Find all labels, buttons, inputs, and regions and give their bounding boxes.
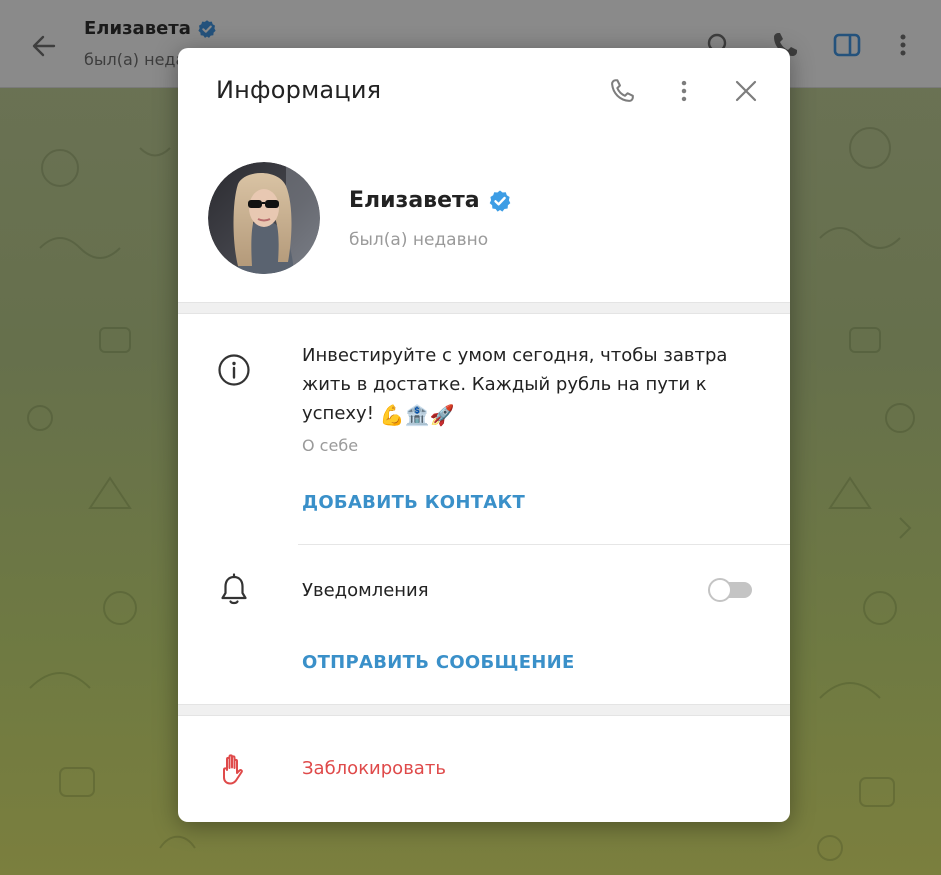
section-divider [178,302,790,314]
bell-icon-wrap [216,572,252,608]
chat-header-name[interactable]: Елизавета [84,18,217,39]
telegram-window: Елизавета был(а) недавно Информация Елиз… [0,0,941,875]
sidebar-toggle-icon[interactable] [832,30,862,60]
verified-badge-icon [489,190,510,212]
more-vertical-icon [681,80,687,102]
toggle-knob [708,578,732,602]
profile-name: Елизавета [349,188,512,213]
close-icon [735,80,757,102]
bio-text[interactable]: Инвестируйте с умом сегодня, чтобы завтр… [302,341,752,430]
info-icon-wrap [216,352,252,388]
chat-header-name-text: Елизавета [84,18,191,39]
bio-label: О себе [302,436,359,455]
notifications-toggle[interactable] [708,578,754,602]
user-info-dialog: Информация Елизавета был(а) недавно Инве… [178,48,790,822]
bio-text-content: Инвестируйте с умом сегодня, чтобы завтр… [302,345,728,424]
more-options-button[interactable] [667,74,701,108]
profile-name-text: Елизавета [349,188,480,213]
block-icon-wrap [216,752,252,788]
profile-status: был(а) недавно [349,230,489,250]
bell-icon [221,573,247,605]
info-icon [218,354,250,386]
add-contact-button[interactable]: ДОБАВИТЬ КОНТАКТ [302,492,525,513]
phone-icon [611,79,634,102]
block-user-button[interactable]: Заблокировать [302,758,446,779]
send-message-button[interactable]: ОТПРАВИТЬ СООБЩЕНИЕ [302,652,575,673]
avatar-photo [208,162,320,274]
hand-stop-icon [223,754,243,785]
section-divider [178,704,790,716]
more-vertical-icon[interactable] [888,30,918,60]
notifications-label: Уведомления [302,580,429,601]
call-button[interactable] [605,74,639,108]
bio-emojis: 💪🏦🚀 [379,403,455,427]
back-arrow-icon[interactable] [30,32,58,60]
dialog-title: Информация [216,76,382,104]
close-button[interactable] [729,74,763,108]
verified-badge-icon [198,19,216,38]
row-divider [298,544,790,545]
avatar[interactable] [208,162,320,274]
